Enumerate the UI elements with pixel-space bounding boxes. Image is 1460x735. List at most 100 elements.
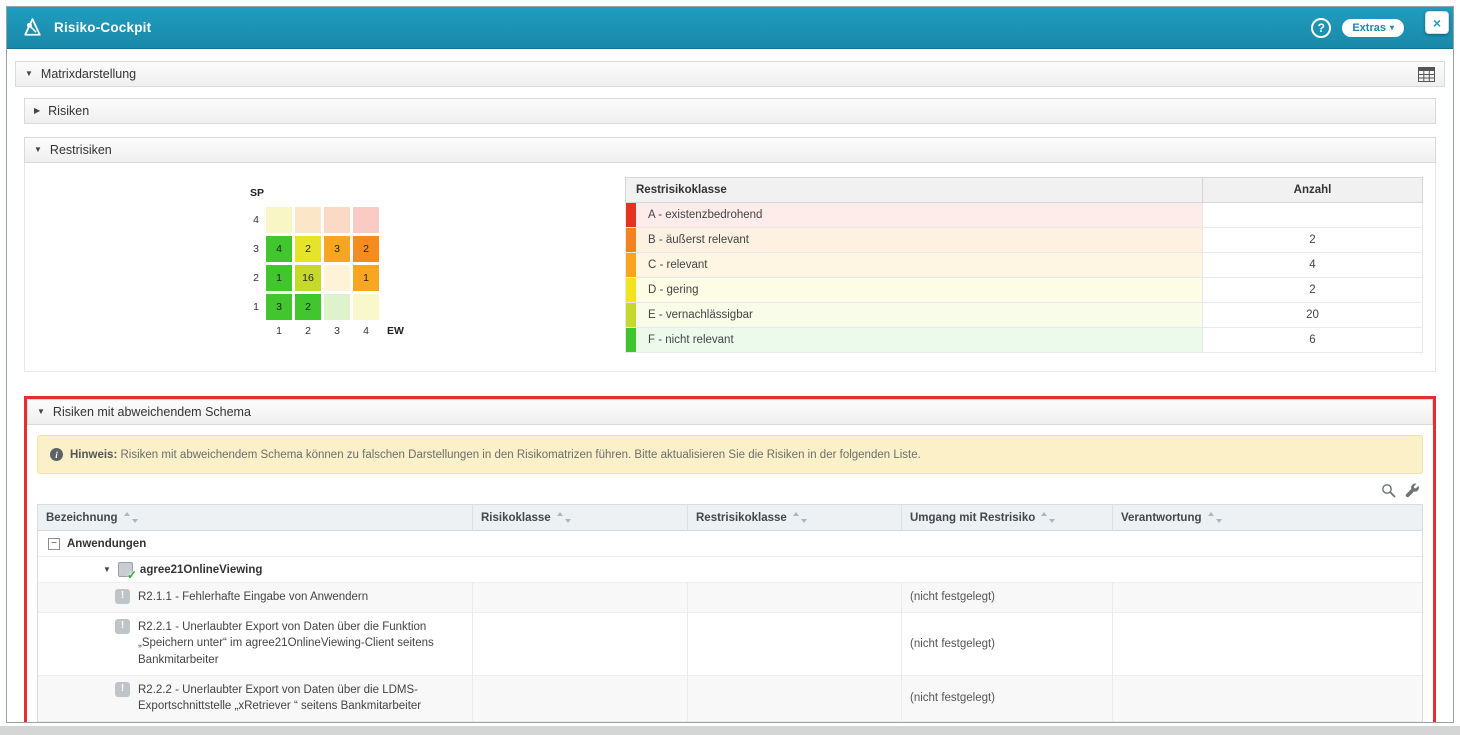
matrix-cell[interactable]: 4 <box>266 236 292 262</box>
class-color-swatch <box>626 253 636 277</box>
collapse-triangle-icon[interactable]: ▼ <box>103 566 111 574</box>
matrix-cell[interactable]: 2 <box>353 236 379 262</box>
matrix-cell[interactable]: 3 <box>324 236 350 262</box>
extras-button[interactable]: Extras ▾ <box>1342 19 1404 37</box>
extras-label: Extras <box>1352 22 1386 34</box>
restrisikoklasse-cell <box>688 613 902 676</box>
risk-name-cell: !R2.1.1 - Fehlerhafte Eingabe von Anwend… <box>38 583 473 613</box>
restrisikoklassen-table: Restrisikoklasse Anzahl A - existenzbedr… <box>625 177 1423 353</box>
column-header-umgang[interactable]: Umgang mit Restrisiko <box>902 505 1113 531</box>
group-row-anwendungen: − Anwendungen <box>38 531 1422 557</box>
wrench-icon[interactable] <box>1405 483 1420 498</box>
group-label: Anwendungen <box>67 538 146 550</box>
matrix-cell[interactable] <box>353 207 379 233</box>
matrix-cell[interactable] <box>324 265 350 291</box>
search-icon[interactable] <box>1381 483 1396 498</box>
restrisiko-class-cell: D - gering <box>626 278 1202 302</box>
application-icon: ✓ <box>118 562 133 577</box>
sort-icon[interactable] <box>557 512 571 523</box>
risk-matrix: SP 4 3 4 2 3 2 <box>243 187 404 353</box>
column-header-verantwortung[interactable]: Verantwortung <box>1113 505 1422 531</box>
matrix-x-axis-label: EW <box>387 325 404 337</box>
class-count: 6 <box>1202 328 1422 352</box>
matrix-cell[interactable]: 16 <box>295 265 321 291</box>
restrisiko-row[interactable]: D - gering 2 <box>625 278 1423 303</box>
matrix-cell[interactable] <box>324 294 350 320</box>
abweichend-risk-table: Bezeichnung Risikoklasse Restrisikoklass… <box>37 504 1423 723</box>
umgang-cell: (nicht festgelegt) <box>902 583 1113 613</box>
matrix-cell[interactable]: 3 <box>266 294 292 320</box>
help-button[interactable]: ? <box>1311 18 1331 38</box>
collapse-triangle-icon: ▼ <box>34 146 42 154</box>
matrix-cell[interactable] <box>295 207 321 233</box>
subgroup-label: agree21OnlineViewing <box>140 564 263 576</box>
class-label: D - gering <box>648 284 699 296</box>
class-count: 2 <box>1202 278 1422 302</box>
class-count <box>1202 203 1422 227</box>
sort-icon[interactable] <box>1208 512 1222 523</box>
risikoklasse-cell <box>473 676 688 722</box>
class-label: E - vernachlässigbar <box>648 309 753 321</box>
class-label: C - relevant <box>648 259 707 271</box>
restrisiko-row[interactable]: F - nicht relevant 6 <box>625 328 1423 353</box>
sort-icon[interactable] <box>793 512 807 523</box>
risk-icon: ! <box>115 619 130 634</box>
matrix-row-label: 2 <box>243 272 259 284</box>
column-header-bezeichnung[interactable]: Bezeichnung <box>38 505 473 531</box>
chevron-down-icon: ▾ <box>1390 23 1394 32</box>
close-button[interactable]: × <box>1425 11 1449 34</box>
risk-name: R2.1.1 - Fehlerhafte Eingabe von Anwende… <box>138 591 368 603</box>
collapse-group-icon[interactable]: − <box>48 538 60 550</box>
column-header-anzahl: Anzahl <box>1202 178 1422 202</box>
class-label: B - äußerst relevant <box>648 234 749 246</box>
class-color-swatch <box>626 303 636 327</box>
restrisiko-row[interactable]: A - existenzbedrohend <box>625 203 1423 228</box>
subgroup-row-toggle[interactable]: ▼ ✓ agree21OnlineViewing <box>38 557 1422 583</box>
risk-row[interactable]: !R2.2.2 - Unerlaubter Export von Daten ü… <box>38 676 1422 722</box>
restrisiko-row[interactable]: B - äußerst relevant 2 <box>625 228 1423 253</box>
matrix-x-axis: 1 2 3 4 EW <box>243 325 404 337</box>
matrix-cell[interactable]: 1 <box>266 265 292 291</box>
section-header-risiken[interactable]: ▶ Risiken <box>24 98 1436 124</box>
subgroup-row-agree21: ▼ ✓ agree21OnlineViewing <box>38 557 1422 583</box>
group-row-toggle[interactable]: − Anwendungen <box>38 531 1422 557</box>
restrisiko-row[interactable]: E - vernachlässigbar 20 <box>625 303 1423 328</box>
risk-row[interactable]: !R2.2.1 - Unerlaubter Export von Daten ü… <box>38 613 1422 676</box>
info-icon: i <box>50 448 63 461</box>
restrisikoklasse-cell <box>688 676 902 722</box>
risk-name-cell: !R2.2.2 - Unerlaubter Export von Daten ü… <box>38 676 473 722</box>
hint-banner: i Hinweis: Risiken mit abweichendem Sche… <box>37 435 1423 474</box>
abweichend-section-highlight: ▼ Risiken mit abweichendem Schema i Hinw… <box>24 396 1436 723</box>
umgang-cell: (nicht festgelegt) <box>902 676 1113 722</box>
restrisiko-row[interactable]: C - relevant 4 <box>625 253 1423 278</box>
matrix-cell[interactable] <box>266 207 292 233</box>
column-header-risikoklasse[interactable]: Risikoklasse <box>473 505 688 531</box>
sort-icon[interactable] <box>1041 512 1055 523</box>
matrix-cell[interactable]: 1 <box>353 265 379 291</box>
app-window: Risiko-Cockpit ? Extras ▾ × ▼ Matrixdars… <box>6 6 1454 723</box>
sort-icon[interactable] <box>124 512 138 523</box>
risk-name-cell: !R2.2.1 - Unerlaubter Export von Daten ü… <box>38 613 473 676</box>
matrix-view-icon[interactable] <box>1418 67 1435 82</box>
matrix-cell[interactable]: 2 <box>295 236 321 262</box>
section-header-restrisiken[interactable]: ▼ Restrisiken <box>24 137 1436 163</box>
risk-row[interactable]: !R2.1.1 - Fehlerhafte Eingabe von Anwend… <box>38 583 1422 613</box>
matrix-col-label: 4 <box>353 325 379 337</box>
verantwortung-cell <box>1113 613 1422 676</box>
umgang-cell: (nicht festgelegt) <box>902 613 1113 676</box>
class-color-swatch <box>626 328 636 352</box>
matrix-cell[interactable] <box>324 207 350 233</box>
window-bottom-edge <box>0 726 1460 735</box>
matrix-cell[interactable]: 2 <box>295 294 321 320</box>
matrix-row-label: 3 <box>243 243 259 255</box>
section-header-abweichend[interactable]: ▼ Risiken mit abweichendem Schema <box>27 399 1433 425</box>
page-body: ▼ Matrixdarstellung ▶ Risiken ▼ Restrisi… <box>7 49 1453 723</box>
matrix-col-label: 1 <box>266 325 292 337</box>
section-header-matrixdarstellung[interactable]: ▼ Matrixdarstellung <box>15 61 1445 87</box>
risk-table-header-row: Bezeichnung Risikoklasse Restrisikoklass… <box>38 505 1422 531</box>
matrix-row-label: 1 <box>243 301 259 313</box>
column-header-restrisikoklasse[interactable]: Restrisikoklasse <box>688 505 902 531</box>
class-color-swatch <box>626 278 636 302</box>
matrix-cell[interactable] <box>353 294 379 320</box>
restrisiken-content: SP 4 3 4 2 3 2 <box>24 163 1436 372</box>
